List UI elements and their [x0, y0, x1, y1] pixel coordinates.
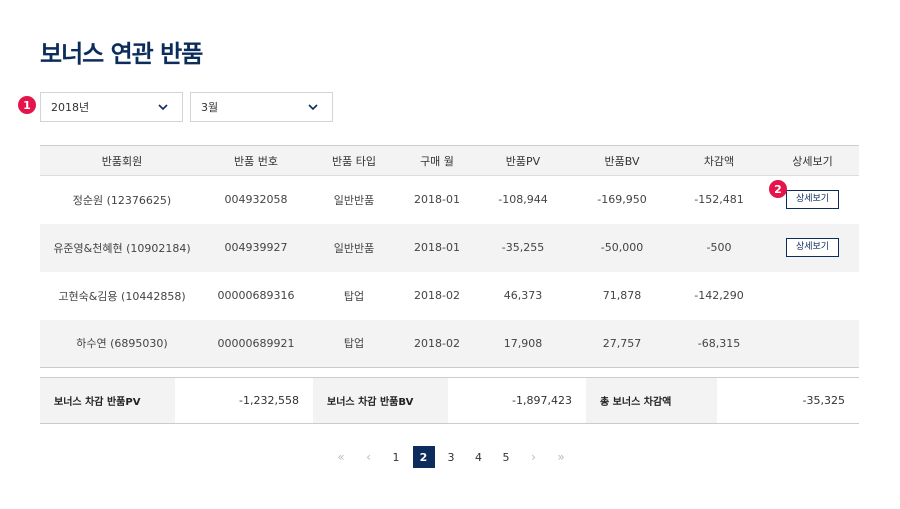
bonus-summary-bar: 보너스 차감 반품PV -1,232,558 보너스 차감 반품BV -1,89…	[40, 377, 859, 424]
member-cell: 고현숙&김용 (10442858)	[58, 289, 186, 303]
column-header: 반품회원	[40, 145, 204, 176]
summary-pv-value: -1,232,558	[175, 378, 313, 423]
chevron-down-icon	[158, 104, 168, 111]
table-row: 유준영&천혜현 (10902184) 004939927 일반반품 2018-0…	[40, 223, 859, 272]
return-type-cell: 탑업	[343, 289, 365, 303]
return-type-cell: 일반반품	[308, 223, 400, 272]
last-page-button[interactable]: »	[550, 446, 572, 468]
page-button-5[interactable]: 5	[495, 446, 517, 468]
pagination: « ‹ 1 2 3 4 5 › »	[330, 446, 578, 468]
member-cell: 유준영&천혜현 (10902184)	[40, 223, 204, 272]
prev-page-button[interactable]: ‹	[358, 446, 380, 468]
return-bv-cell: -169,950	[597, 193, 647, 207]
return-bv-cell: 27,757	[572, 319, 672, 368]
deduction-cell: -500	[672, 223, 766, 272]
column-header: 반품PV	[474, 145, 572, 176]
return-type-cell: 일반반품	[333, 193, 375, 207]
view-detail-button[interactable]: 상세보기	[786, 238, 839, 257]
month-select[interactable]: 3월	[190, 92, 333, 122]
step-badge-1: 1	[18, 96, 36, 114]
detail-cell	[766, 272, 859, 320]
page-button-2-current[interactable]: 2	[412, 446, 435, 468]
table-header-row: 반품회원 반품 번호 반품 타입 구매 월 반품PV 반품BV 차감액 상세보기	[40, 145, 859, 176]
deduction-cell: -68,315	[672, 319, 766, 368]
table-row: 하수연 (6895030) 00000689921 탑업 2018-02 17,…	[40, 319, 859, 368]
summary-bv-value: -1,897,423	[448, 378, 586, 423]
page-button-3[interactable]: 3	[440, 446, 462, 468]
member-cell: 하수연 (6895030)	[40, 319, 204, 368]
return-pv-cell: 17,908	[474, 319, 572, 368]
chevron-down-icon	[308, 104, 318, 111]
summary-pv-label: 보너스 차감 반품PV	[40, 378, 175, 423]
return-pv-cell: -108,944	[498, 193, 548, 207]
column-header: 구매 월	[400, 145, 474, 176]
return-bv-cell: 71,878	[602, 289, 642, 302]
return-pv-cell: -35,255	[474, 223, 572, 272]
summary-total-label: 총 보너스 차감액	[586, 378, 717, 423]
column-header: 차감액	[672, 145, 766, 176]
return-number-cell: 004939927	[204, 223, 308, 272]
return-pv-cell: 46,373	[503, 289, 543, 302]
detail-cell	[766, 319, 859, 368]
view-detail-button[interactable]: 상세보기	[786, 190, 839, 210]
next-page-button[interactable]: ›	[523, 446, 545, 468]
detail-cell: 상세보기	[766, 223, 859, 272]
page-button-4[interactable]: 4	[468, 446, 490, 468]
returns-table: 반품회원 반품 번호 반품 타입 구매 월 반품PV 반품BV 차감액 상세보기…	[40, 145, 859, 368]
step-badge-2: 2	[769, 180, 787, 198]
page-title: 보너스 연관 반품	[40, 40, 203, 68]
purchase-month-cell: 2018-01	[400, 223, 474, 272]
year-select[interactable]: 2018년	[40, 92, 183, 122]
month-select-value: 3월	[201, 101, 219, 114]
column-header: 반품 타입	[308, 145, 400, 176]
column-header: 반품 번호	[204, 145, 308, 176]
purchase-month-cell: 2018-01	[414, 193, 460, 207]
return-number-cell: 00000689316	[217, 289, 295, 302]
table-row: 정순원 (12376625) 004932058 일반반품 2018-01 -1…	[40, 176, 859, 224]
first-page-button[interactable]: «	[330, 446, 352, 468]
column-header: 반품BV	[572, 145, 672, 176]
summary-total-value: -35,325	[717, 378, 859, 423]
return-bv-cell: -50,000	[572, 223, 672, 272]
year-select-value: 2018년	[51, 101, 90, 114]
deduction-cell: -152,481	[694, 193, 744, 207]
purchase-month-cell: 2018-02	[414, 289, 460, 302]
purchase-month-cell: 2018-02	[400, 319, 474, 368]
member-cell: 정순원 (12376625)	[72, 193, 172, 207]
return-number-cell: 00000689921	[204, 319, 308, 368]
table-row: 고현숙&김용 (10442858) 00000689316 탑업 2018-02…	[40, 272, 859, 320]
column-header: 상세보기	[766, 145, 859, 176]
page-button-1[interactable]: 1	[385, 446, 407, 468]
deduction-cell: -142,290	[694, 289, 744, 302]
return-number-cell: 004932058	[224, 193, 288, 207]
return-type-cell: 탑업	[308, 319, 400, 368]
summary-bv-label: 보너스 차감 반품BV	[313, 378, 448, 423]
